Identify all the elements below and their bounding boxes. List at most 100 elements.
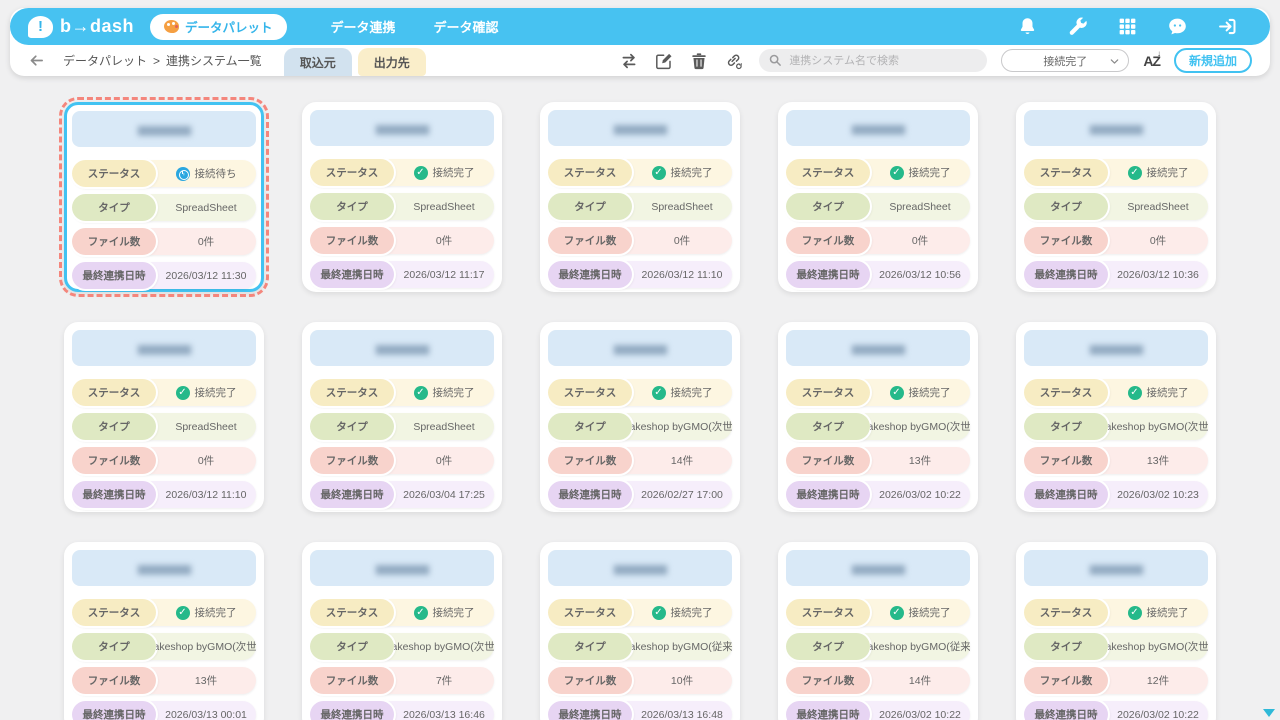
- status-value: 接続完了: [909, 605, 951, 620]
- logout-icon[interactable]: [1217, 16, 1238, 37]
- system-name-blurred: ▆▆▆▆▆▆▆: [310, 110, 494, 146]
- type-label: タイプ: [548, 413, 632, 440]
- last-sync-label: 最終連携日時: [548, 701, 632, 720]
- status-label: ステータス: [72, 599, 156, 626]
- files-row: ファイル数 0件: [548, 227, 732, 254]
- chevron-down-icon: [1109, 56, 1120, 67]
- status-label: ステータス: [1024, 599, 1108, 626]
- type-value: SpreadSheet: [156, 202, 256, 214]
- top-nav: データ連携 データ確認: [331, 17, 499, 36]
- status-label: ステータス: [548, 599, 632, 626]
- system-card[interactable]: ▆▆▆▆▆▆▆ ステータス 接続完了 タイプ makeshop byGMO(次世…: [1016, 542, 1216, 720]
- files-row: ファイル数 0件: [1024, 227, 1208, 254]
- type-value: makeshop byGMO(次世…: [1108, 419, 1208, 434]
- status-icon: [890, 606, 904, 620]
- type-row: タイプ SpreadSheet: [310, 193, 494, 220]
- type-row: タイプ SpreadSheet: [72, 194, 256, 221]
- edit-icon[interactable]: [655, 52, 673, 70]
- status-row: ステータス 接続完了: [786, 379, 970, 406]
- status-value: 接続待ち: [195, 166, 237, 181]
- type-label: タイプ: [786, 193, 870, 220]
- system-card[interactable]: ▆▆▆▆▆▆▆ ステータス 接続完了 タイプ SpreadSheet ファイル数…: [778, 102, 978, 292]
- status-icon: [1128, 386, 1142, 400]
- type-value: makeshop byGMO(従来…: [632, 639, 732, 654]
- nav-data-confirm[interactable]: データ確認: [434, 17, 499, 36]
- type-value: makeshop byGMO(次世…: [632, 419, 732, 434]
- type-label: タイプ: [310, 193, 394, 220]
- status-icon: [414, 166, 428, 180]
- bdash-logo[interactable]: ! b→dash: [28, 16, 134, 38]
- last-sync-row: 最終連携日時 2026/03/12 11:30: [72, 262, 256, 289]
- system-card[interactable]: ▆▆▆▆▆▆▆ ステータス 接続完了 タイプ makeshop byGMO(次世…: [540, 322, 740, 512]
- status-row: ステータス 接続完了: [72, 379, 256, 406]
- system-name-blurred: ▆▆▆▆▆▆▆: [786, 550, 970, 586]
- files-row: ファイル数 13件: [72, 667, 256, 694]
- scroll-down-indicator[interactable]: [1263, 709, 1275, 717]
- system-name-text: ▆▆▆▆▆▆▆: [1090, 562, 1142, 575]
- system-card[interactable]: ▆▆▆▆▆▆▆ ステータス 接続完了 タイプ SpreadSheet ファイル数…: [302, 322, 502, 512]
- type-value: makeshop byGMO(次世…: [394, 639, 494, 654]
- product-pill-data-palette[interactable]: データパレット: [150, 14, 287, 40]
- support-chat-icon[interactable]: [1167, 16, 1188, 37]
- back-arrow-icon[interactable]: [28, 52, 45, 69]
- delete-trash-icon[interactable]: [690, 52, 708, 70]
- last-sync-label: 最終連携日時: [548, 261, 632, 288]
- system-card[interactable]: ▆▆▆▆▆▆▆ ステータス 接続完了 タイプ makeshop byGMO(次世…: [64, 542, 264, 720]
- system-card[interactable]: ▆▆▆▆▆▆▆ ステータス 接続完了 タイプ makeshop byGMO(従来…: [778, 542, 978, 720]
- files-label: ファイル数: [548, 227, 632, 254]
- status-label: ステータス: [786, 379, 870, 406]
- status-value: 接続完了: [671, 385, 713, 400]
- sort-az-icon[interactable]: AZ: [1143, 53, 1160, 69]
- nav-data-integration[interactable]: データ連携: [331, 17, 396, 36]
- last-sync-row: 最終連携日時 2026/03/13 16:46: [310, 701, 494, 720]
- system-card[interactable]: ▆▆▆▆▆▆▆ ステータス 接続完了 タイプ makeshop byGMO(従来…: [540, 542, 740, 720]
- files-value: 14件: [632, 453, 732, 468]
- system-card[interactable]: ▆▆▆▆▆▆▆ ステータス 接続完了 タイプ SpreadSheet ファイル数…: [64, 322, 264, 512]
- toolbar-action-icons: [620, 52, 743, 70]
- system-card[interactable]: ▆▆▆▆▆▆▆ ステータス 接続待ち タイプ SpreadSheet ファイル数…: [64, 102, 264, 292]
- system-name-text: ▆▆▆▆▆▆▆: [376, 122, 428, 135]
- last-sync-value: 2026/03/12 11:17: [394, 269, 494, 281]
- status-icon: [1128, 166, 1142, 180]
- type-value: makeshop byGMO(次世…: [870, 419, 970, 434]
- system-card[interactable]: ▆▆▆▆▆▆▆ ステータス 接続完了 タイプ makeshop byGMO(次世…: [1016, 322, 1216, 512]
- status-filter-select[interactable]: 接続完了: [1001, 49, 1129, 72]
- status-label: ステータス: [548, 379, 632, 406]
- system-card[interactable]: ▆▆▆▆▆▆▆ ステータス 接続完了 タイプ SpreadSheet ファイル数…: [302, 102, 502, 292]
- breadcrumb-system-list[interactable]: 連携システム一覧: [166, 52, 262, 69]
- search-input[interactable]: [759, 49, 987, 72]
- type-row: タイプ makeshop byGMO(次世…: [786, 413, 970, 440]
- system-name-blurred: ▆▆▆▆▆▆▆: [1024, 330, 1208, 366]
- status-icon: [414, 386, 428, 400]
- breadcrumb-data-palette[interactable]: データパレット: [63, 52, 147, 69]
- add-new-button[interactable]: 新規追加: [1174, 48, 1252, 73]
- tab-output-destination[interactable]: 出力先: [358, 48, 426, 76]
- system-card[interactable]: ▆▆▆▆▆▆▆ ステータス 接続完了 タイプ SpreadSheet ファイル数…: [540, 102, 740, 292]
- type-row: タイプ makeshop byGMO(次世…: [1024, 413, 1208, 440]
- tab-import-source[interactable]: 取込元: [284, 48, 352, 76]
- type-label: タイプ: [72, 633, 156, 660]
- last-sync-label: 最終連携日時: [1024, 261, 1108, 288]
- status-row: ステータス 接続完了: [310, 379, 494, 406]
- last-sync-row: 最終連携日時 2026/03/13 00:01: [72, 701, 256, 720]
- breadcrumb-separator: >: [153, 54, 160, 68]
- apps-grid-icon[interactable]: [1117, 16, 1138, 37]
- type-row: タイプ SpreadSheet: [1024, 193, 1208, 220]
- status-row: ステータス 接続完了: [548, 599, 732, 626]
- status-label: ステータス: [786, 599, 870, 626]
- link-refresh-icon[interactable]: [725, 52, 743, 70]
- type-label: タイプ: [1024, 413, 1108, 440]
- system-card[interactable]: ▆▆▆▆▆▆▆ ステータス 接続完了 タイプ makeshop byGMO(次世…: [778, 322, 978, 512]
- status-icon: [1128, 606, 1142, 620]
- files-value: 12件: [1108, 673, 1208, 688]
- status-icon: [652, 606, 666, 620]
- type-value: makeshop byGMO(次世…: [1108, 639, 1208, 654]
- system-card[interactable]: ▆▆▆▆▆▆▆ ステータス 接続完了 タイプ makeshop byGMO(次世…: [302, 542, 502, 720]
- files-row: ファイル数 14件: [786, 667, 970, 694]
- files-label: ファイル数: [72, 447, 156, 474]
- swap-transfer-icon[interactable]: [620, 52, 638, 70]
- system-card[interactable]: ▆▆▆▆▆▆▆ ステータス 接続完了 タイプ SpreadSheet ファイル数…: [1016, 102, 1216, 292]
- system-name-blurred: ▆▆▆▆▆▆▆: [548, 110, 732, 146]
- notification-bell-icon[interactable]: [1017, 16, 1038, 37]
- settings-wrench-icon[interactable]: [1067, 16, 1088, 37]
